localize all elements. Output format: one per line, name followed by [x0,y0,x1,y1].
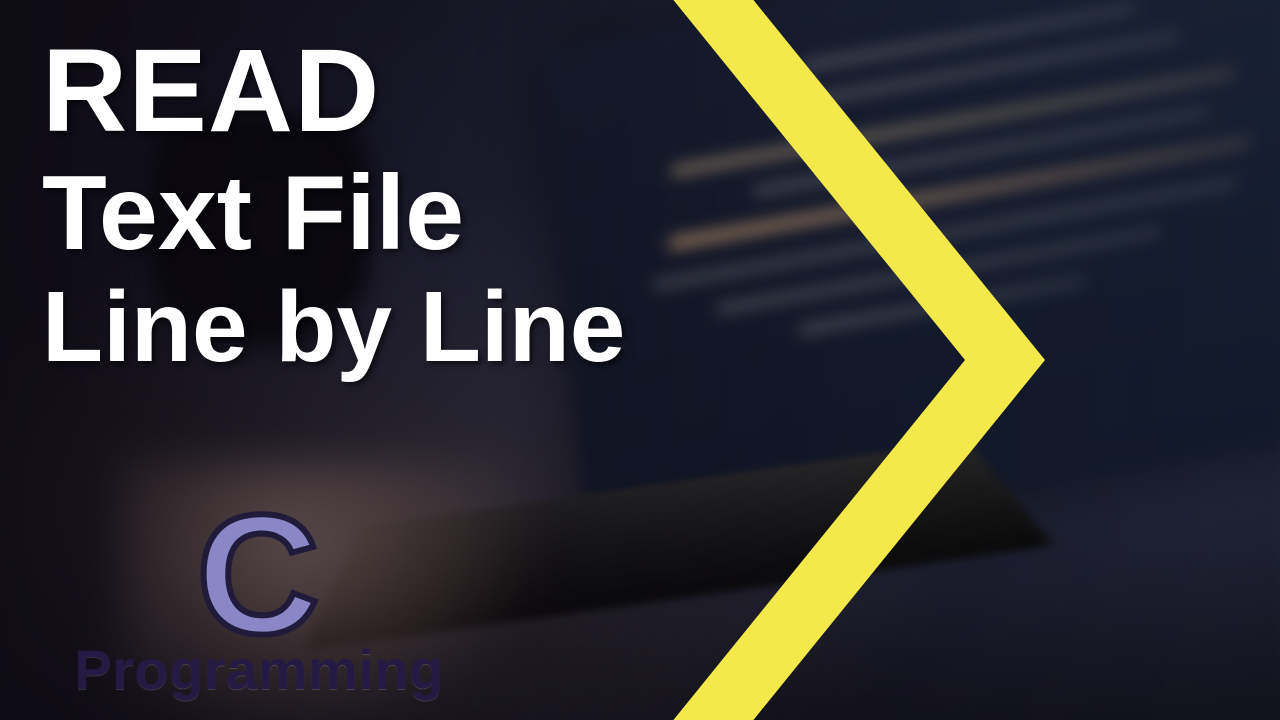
logo-word-programming: Programming [44,637,474,702]
headline-line-2: Text File [42,158,625,269]
c-programming-logo: C Programming [44,503,474,703]
headline: READ Text File Line by Line [42,30,625,380]
logo-letter-c: C [44,503,474,648]
thumbnail-stage: READ Text File Line by Line C Programmin… [0,0,1280,720]
headline-line-1: READ [42,30,625,154]
headline-line-3: Line by Line [42,275,625,380]
